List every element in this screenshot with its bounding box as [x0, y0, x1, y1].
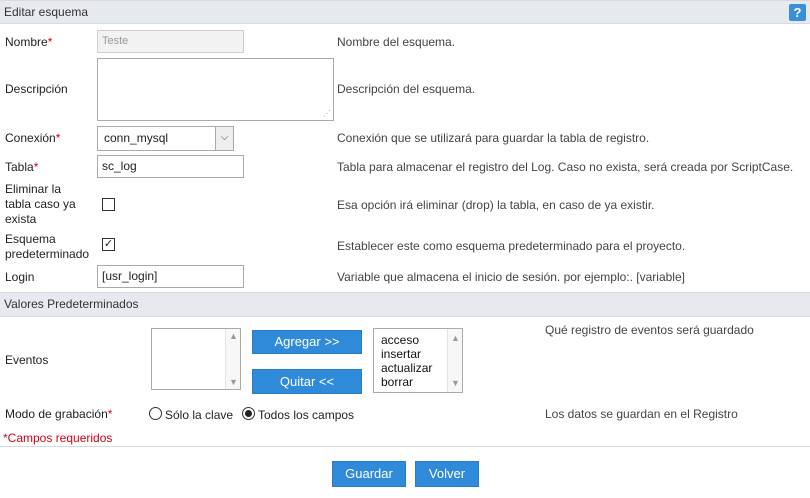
scrollbar[interactable]: ▲ ▼	[225, 329, 240, 389]
radio-solo-clave-label[interactable]: Sólo la clave	[165, 408, 233, 422]
back-button[interactable]: Volver	[415, 461, 479, 487]
eliminar-label: Eliminar la tabla caso ya exista	[5, 182, 76, 226]
descripcion-label: Descripción	[5, 82, 68, 96]
nombre-label: Nombre*	[5, 35, 53, 49]
modo-label: Modo de grabación*	[5, 407, 113, 421]
login-input[interactable]: [usr_login]	[97, 265, 244, 288]
help-icon[interactable]: ?	[789, 4, 806, 21]
modo-description: Los datos se guardan en el Registro	[545, 407, 738, 421]
required-note: *Campos requeridos	[3, 431, 113, 445]
scroll-up-icon[interactable]: ▲	[226, 331, 241, 341]
section-title: Valores Predeterminados	[4, 297, 139, 311]
nombre-field: Teste	[97, 30, 244, 53]
radio-todos-campos[interactable]	[242, 407, 255, 420]
section-header-editar-esquema: Editar esquema	[0, 0, 810, 24]
tabla-description: Tabla para almacenar el registro del Log…	[337, 160, 794, 174]
conexion-label: Conexión*	[5, 131, 61, 145]
login-description: Variable que almacena el inicio de sesió…	[337, 270, 685, 284]
section-header-valores: Valores Predeterminados	[0, 292, 810, 317]
form-footer: Guardar Volver	[0, 446, 810, 498]
descripcion-description: Descripción del esquema.	[337, 82, 476, 96]
chevron-down-icon[interactable]: ⌵	[215, 127, 233, 150]
tabla-input[interactable]: sc_log	[97, 155, 244, 178]
scrollbar[interactable]: ▲ ▼	[447, 329, 462, 392]
radio-todos-campos-label[interactable]: Todos los campos	[258, 408, 354, 422]
eventos-description: Qué registro de eventos será guardado	[545, 323, 754, 337]
required-marker: *	[55, 131, 61, 145]
tabla-label: Tabla*	[5, 160, 39, 174]
conexion-selected-value: conn_mysql	[104, 131, 169, 145]
save-button[interactable]: Guardar	[332, 461, 406, 487]
required-marker: *	[33, 160, 39, 174]
required-marker: *	[107, 407, 113, 421]
eliminar-description: Esa opción irá eliminar (drop) la tabla,…	[337, 198, 655, 212]
add-event-button[interactable]: Agregar >>	[252, 330, 362, 354]
login-label: Login	[5, 270, 35, 284]
eliminar-checkbox[interactable]	[102, 198, 115, 211]
esquema-label: Esquema predeterminado	[5, 232, 90, 261]
esquema-checkbox[interactable]: ✓	[102, 238, 115, 251]
available-events-listbox[interactable]: acceso insertar actualizar borrar ▲ ▼	[373, 328, 463, 393]
eventos-label: Eventos	[5, 353, 49, 367]
checkmark-icon: ✓	[103, 238, 114, 250]
scroll-up-icon[interactable]: ▲	[448, 331, 463, 345]
resize-grip-icon[interactable]: ⋰	[323, 110, 331, 118]
radio-solo-clave[interactable]	[149, 407, 162, 420]
selected-events-listbox[interactable]: ▲ ▼	[151, 328, 241, 390]
conexion-description: Conexión que se utilizará para guardar l…	[337, 131, 650, 145]
esquema-description: Establecer este como esquema predetermin…	[337, 239, 686, 253]
scroll-down-icon[interactable]: ▼	[448, 376, 463, 390]
nombre-description: Nombre del esquema.	[337, 35, 456, 49]
section-title: Editar esquema	[4, 5, 89, 19]
required-marker: *	[47, 35, 53, 49]
remove-event-button[interactable]: Quitar <<	[252, 369, 362, 394]
conexion-select[interactable]: conn_mysql ⌵	[97, 126, 234, 151]
scroll-down-icon[interactable]: ▼	[226, 377, 241, 387]
descripcion-textarea[interactable]: ⋰	[97, 58, 334, 121]
